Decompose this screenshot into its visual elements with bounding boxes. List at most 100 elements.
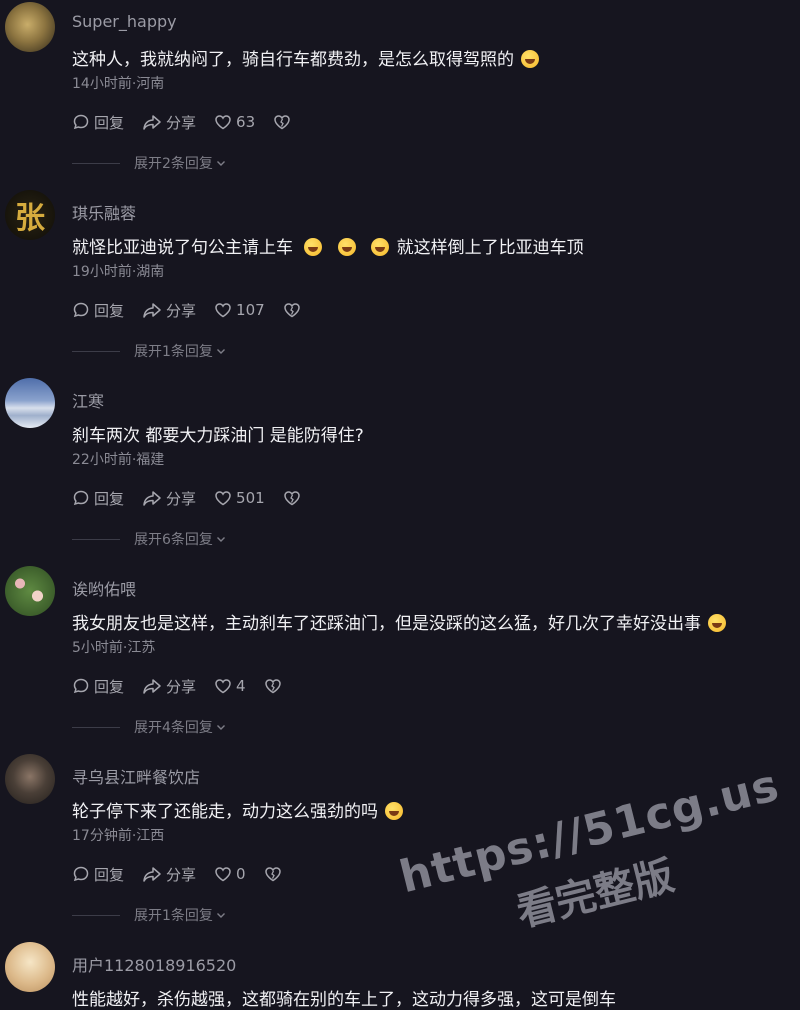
reply-button[interactable]: 回复: [72, 488, 124, 509]
chevron-down-icon: [216, 913, 225, 918]
watermark-url: https://51cg.us: [394, 759, 785, 904]
reply-label: 回复: [94, 677, 125, 696]
broken-heart-icon: [264, 867, 281, 882]
comment-username[interactable]: 用户1128018916520: [72, 952, 236, 976]
laughing-emoji-icon: [304, 238, 323, 256]
expand-replies-button[interactable]: 展开1条回复: [72, 905, 226, 925]
share-button[interactable]: 分享: [142, 864, 196, 885]
chevron-down-icon: [216, 725, 225, 730]
broken-heart-icon: [274, 115, 290, 130]
share-label: 分享: [166, 677, 197, 696]
like-button[interactable]: 501: [214, 489, 265, 507]
reply-label: 回复: [94, 301, 125, 320]
heart-icon: [215, 867, 231, 882]
share-arrow-icon: [143, 115, 161, 130]
comment-username[interactable]: 琪乐融蓉: [72, 200, 136, 224]
expand-replies-button[interactable]: 展开4条回复: [72, 717, 226, 737]
avatar[interactable]: [5, 566, 55, 616]
reply-bubble-icon: [73, 114, 89, 130]
comment-meta: 22小时前·福建: [72, 452, 165, 468]
divider: [72, 726, 120, 728]
chevron-down-icon: [216, 537, 225, 542]
comment-actions: 回复 分享 107: [72, 299, 323, 321]
share-label: 分享: [166, 489, 197, 508]
laughing-emoji-icon: [337, 238, 356, 256]
like-count: 501: [236, 489, 265, 507]
share-button[interactable]: 分享: [142, 488, 196, 509]
comment-actions: 回复 分享 501: [72, 487, 323, 509]
comment-actions: 回复 分享 0: [72, 863, 304, 885]
avatar[interactable]: [5, 378, 55, 428]
like-count: 63: [236, 113, 256, 131]
comment-meta: 19小时前·湖南: [72, 264, 165, 280]
comment-meta: 5小时前·江苏: [72, 640, 156, 656]
broken-heart-icon: [283, 491, 300, 506]
comment-text-content: 就这样倒上了比亚迪车顶: [396, 238, 584, 258]
chevron-down-icon: [216, 161, 225, 166]
reply-bubble-icon: [73, 678, 89, 694]
comment-meta: 17分钟前·江西: [72, 828, 165, 844]
share-arrow-icon: [143, 867, 161, 882]
avatar[interactable]: [5, 754, 55, 804]
share-button[interactable]: 分享: [142, 112, 196, 133]
expand-replies-label: 展开6条回复: [134, 532, 213, 548]
share-button[interactable]: 分享: [142, 676, 196, 697]
expand-replies-button[interactable]: 展开2条回复: [72, 153, 226, 173]
reply-label: 回复: [94, 113, 125, 132]
like-count: 107: [236, 301, 265, 319]
dislike-button[interactable]: [264, 866, 286, 882]
avatar-glyph: 张: [15, 201, 45, 236]
reply-label: 回复: [94, 489, 125, 508]
share-arrow-icon: [143, 491, 161, 506]
reply-button[interactable]: 回复: [72, 676, 124, 697]
laughing-emoji-icon: [371, 238, 390, 256]
divider: [72, 538, 120, 540]
divider: [72, 162, 120, 164]
share-arrow-icon: [143, 679, 161, 694]
like-button[interactable]: 0: [214, 865, 246, 883]
comment-username[interactable]: 寻乌县江畔餐饮店: [72, 764, 200, 788]
share-label: 分享: [166, 113, 197, 132]
share-button[interactable]: 分享: [142, 300, 196, 321]
like-button[interactable]: 4: [214, 677, 246, 695]
comment-username[interactable]: 诶哟佑喂: [72, 576, 136, 600]
comment-text-content: 就怪比亚迪说了句公主请上车: [72, 238, 293, 258]
avatar[interactable]: [5, 2, 55, 52]
like-count: 4: [236, 677, 246, 695]
dislike-button[interactable]: [283, 490, 305, 506]
expand-replies-button[interactable]: 展开6条回复: [72, 529, 226, 549]
divider: [72, 350, 120, 352]
dislike-button[interactable]: [264, 678, 286, 694]
expand-replies-label: 展开1条回复: [134, 344, 213, 360]
comment-username[interactable]: Super_happy: [72, 12, 177, 31]
comment-text: 轮子停下来了还能走，动力这么强劲的吗: [72, 797, 405, 822]
comment-text: 刹车两次 都要大力踩油门 是能防得住?: [72, 426, 364, 446]
heart-icon: [215, 115, 231, 130]
expand-replies-label: 展开4条回复: [134, 720, 213, 736]
comment-actions: 回复 分享 63: [72, 111, 313, 133]
expand-replies-button[interactable]: 展开1条回复: [72, 341, 226, 361]
like-button[interactable]: 63: [214, 113, 255, 131]
reply-button[interactable]: 回复: [72, 112, 124, 133]
watermark-caption: 看完整版: [512, 852, 679, 937]
divider: [72, 914, 120, 916]
like-button[interactable]: 107: [214, 301, 265, 319]
dislike-button[interactable]: [273, 114, 295, 130]
avatar[interactable]: [5, 942, 55, 992]
dislike-button[interactable]: [283, 302, 305, 318]
watermark: https://51cg.us 看完整版: [385, 733, 785, 961]
heart-icon: [215, 679, 231, 694]
avatar[interactable]: 张: [5, 190, 55, 240]
reply-button[interactable]: 回复: [72, 300, 124, 321]
comment-username[interactable]: 江寒: [72, 388, 104, 412]
heart-icon: [215, 491, 231, 506]
comment-actions: 回复 分享 4: [72, 675, 304, 697]
comment-text-content: 我女朋友也是这样，主动刹车了还踩油门，但是没踩的这么猛，好几次了幸好没出事: [72, 614, 701, 634]
share-arrow-icon: [143, 303, 161, 318]
comment-text: 这种人，我就纳闷了，骑自行车都费劲，是怎么取得驾照的: [72, 45, 541, 70]
share-label: 分享: [166, 865, 197, 884]
reply-label: 回复: [94, 865, 125, 884]
laughing-emoji-icon: [385, 802, 404, 820]
expand-replies-label: 展开2条回复: [134, 156, 213, 172]
reply-button[interactable]: 回复: [72, 864, 124, 885]
